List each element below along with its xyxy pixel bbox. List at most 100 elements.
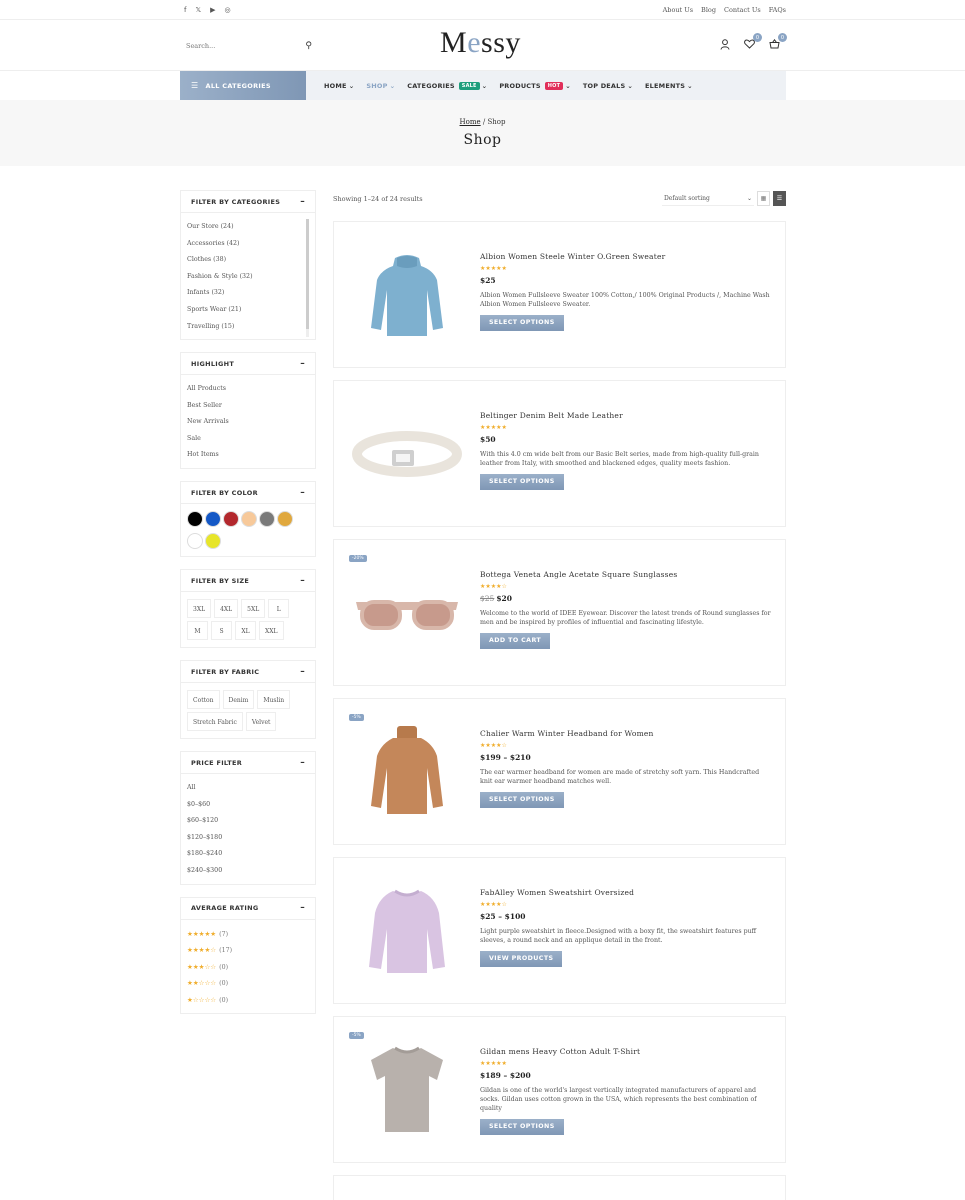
nav-categories[interactable]: CATEGORIES SALE ⌄ (407, 81, 487, 90)
price-range-item[interactable]: All (187, 780, 309, 797)
price-range-item[interactable]: $0–$60 (187, 797, 309, 814)
collapse-icon[interactable]: – (300, 903, 305, 913)
product-action-button[interactable]: SELECT OPTIONS (480, 315, 564, 331)
all-categories-button[interactable]: ☰ ALL CATEGORIES (180, 71, 306, 100)
color-swatch[interactable] (259, 511, 275, 527)
highlight-item[interactable]: All Products (187, 381, 309, 398)
product-image[interactable] (334, 222, 480, 367)
category-item[interactable]: Sports Wear (21) (187, 302, 309, 319)
color-swatch[interactable] (205, 532, 221, 549)
product-action-button[interactable]: SELECT OPTIONS (480, 474, 564, 490)
highlight-item[interactable]: Hot Items (187, 447, 309, 464)
category-item[interactable]: Clothes (38) (187, 252, 309, 269)
category-scrollbar[interactable] (306, 219, 309, 337)
nav-products[interactable]: PRODUCTS HOT ⌄ (499, 81, 571, 90)
size-chip[interactable]: XL (235, 621, 256, 640)
product-name[interactable]: Chalier Warm Winter Headband for Women (480, 729, 772, 738)
widget-header[interactable]: AVERAGE RATING – (181, 898, 315, 920)
category-item[interactable]: Fashion & Style (32) (187, 269, 309, 286)
fabric-chip[interactable]: Cotton (187, 690, 220, 709)
product-name[interactable]: Bottega Veneta Angle Acetate Square Sung… (480, 570, 772, 579)
size-chip[interactable]: S (211, 621, 232, 640)
widget-header[interactable]: FILTER BY COLOR – (181, 482, 315, 504)
cart-icon[interactable]: 0 (769, 33, 787, 52)
widget-header[interactable]: FILTER BY FABRIC – (181, 661, 315, 683)
search-icon[interactable]: ⚲ (305, 41, 312, 51)
product-action-button[interactable]: SELECT OPTIONS (480, 1119, 564, 1135)
nav-shop[interactable]: SHOP ⌄ (366, 82, 395, 90)
collapse-icon[interactable]: – (300, 758, 305, 768)
list-view-button[interactable]: ☰ (773, 191, 786, 206)
sort-select[interactable]: Default sorting ⌄ (662, 192, 754, 206)
logo[interactable]: Messy (440, 26, 521, 60)
price-range-item[interactable]: $120–$180 (187, 830, 309, 847)
rating-item[interactable]: ★☆☆☆☆ (0) (187, 992, 309, 1009)
breadcrumb-home-link[interactable]: Home (460, 118, 481, 126)
product-name[interactable]: Albion Women Steele Winter O.Green Sweat… (480, 252, 772, 261)
size-chip[interactable]: 4XL (214, 599, 239, 618)
instagram-icon[interactable]: ◎ (225, 6, 231, 14)
color-swatch[interactable] (241, 511, 257, 527)
price-range-item[interactable]: $240–$300 (187, 863, 309, 880)
product-action-button[interactable]: SELECT OPTIONS (480, 792, 564, 808)
x-twitter-icon[interactable]: 𝕏 (195, 6, 201, 14)
color-swatch[interactable] (187, 532, 203, 549)
color-swatch[interactable] (205, 511, 221, 527)
collapse-icon[interactable]: – (300, 197, 305, 207)
price-range-item[interactable]: $60–$120 (187, 813, 309, 830)
rating-item[interactable]: ★★★★★ (7) (187, 926, 309, 943)
rating-item[interactable]: ★★☆☆☆ (0) (187, 975, 309, 992)
rating-item[interactable]: ★★★★☆ (17) (187, 942, 309, 959)
about-us-link[interactable]: About Us (663, 6, 693, 14)
faqs-link[interactable]: FAQs (769, 6, 786, 14)
collapse-icon[interactable]: – (300, 576, 305, 586)
blog-link[interactable]: Blog (701, 6, 716, 14)
size-chip[interactable]: XXL (259, 621, 284, 640)
nav-elements[interactable]: ELEMENTS ⌄ (645, 82, 693, 90)
widget-header[interactable]: FILTER BY CATEGORIES – (181, 191, 315, 213)
category-item[interactable]: Infants (32) (187, 285, 309, 302)
facebook-icon[interactable]: f (184, 6, 186, 14)
fabric-chip[interactable]: Velvet (245, 712, 277, 731)
color-swatch[interactable] (223, 511, 239, 527)
size-chip[interactable]: 3XL (187, 599, 212, 618)
highlight-item[interactable]: Sale (187, 431, 309, 448)
grid-view-button[interactable]: ▦ (757, 191, 770, 206)
category-item[interactable]: Our Store (24) (187, 219, 309, 236)
widget-header[interactable]: HIGHLIGHT – (181, 353, 315, 375)
size-chip[interactable]: 5XL (241, 599, 266, 618)
category-item[interactable]: Travelling (15) (187, 319, 309, 336)
highlight-item[interactable]: New Arrivals (187, 414, 309, 431)
nav-top-deals[interactable]: TOP DEALS ⌄ (583, 82, 633, 90)
product-name[interactable]: Gildan mens Heavy Cotton Adult T-Shirt (480, 1047, 772, 1056)
product-action-button[interactable]: ADD TO CART (480, 633, 551, 649)
collapse-icon[interactable]: – (300, 359, 305, 369)
product-name[interactable]: FabAlley Women Sweatshirt Oversized (480, 888, 772, 897)
fabric-chip[interactable]: Denim (222, 690, 255, 709)
product-image[interactable] (334, 381, 480, 526)
highlight-item[interactable]: Best Seller (187, 398, 309, 415)
size-chip[interactable]: L (268, 599, 290, 618)
youtube-icon[interactable]: ▶ (210, 6, 215, 14)
color-swatch[interactable] (187, 511, 203, 527)
wishlist-icon[interactable]: 0 (744, 33, 762, 52)
widget-header[interactable]: PRICE FILTER – (181, 752, 315, 774)
product-image[interactable] (334, 858, 480, 1003)
scrollbar-thumb[interactable] (306, 219, 309, 329)
collapse-icon[interactable]: – (300, 488, 305, 498)
search-input[interactable] (186, 41, 286, 50)
fabric-chip[interactable]: Muslin (257, 690, 291, 709)
account-icon[interactable] (720, 38, 730, 53)
rating-item[interactable]: ★★★☆☆ (0) (187, 959, 309, 976)
color-swatch[interactable] (277, 511, 293, 527)
price-range-item[interactable]: $180–$240 (187, 846, 309, 863)
category-item[interactable]: Accessories (42) (187, 236, 309, 253)
fabric-chip[interactable]: Stretch Fabric (187, 712, 243, 731)
product-action-button[interactable]: VIEW PRODUCTS (480, 951, 563, 967)
collapse-icon[interactable]: – (300, 667, 305, 677)
contact-us-link[interactable]: Contact Us (724, 6, 761, 14)
size-chip[interactable]: M (187, 621, 208, 640)
product-name[interactable]: Beltinger Denim Belt Made Leather (480, 411, 772, 420)
nav-home[interactable]: HOME ⌄ (324, 82, 354, 90)
widget-header[interactable]: FILTER BY SIZE – (181, 570, 315, 592)
